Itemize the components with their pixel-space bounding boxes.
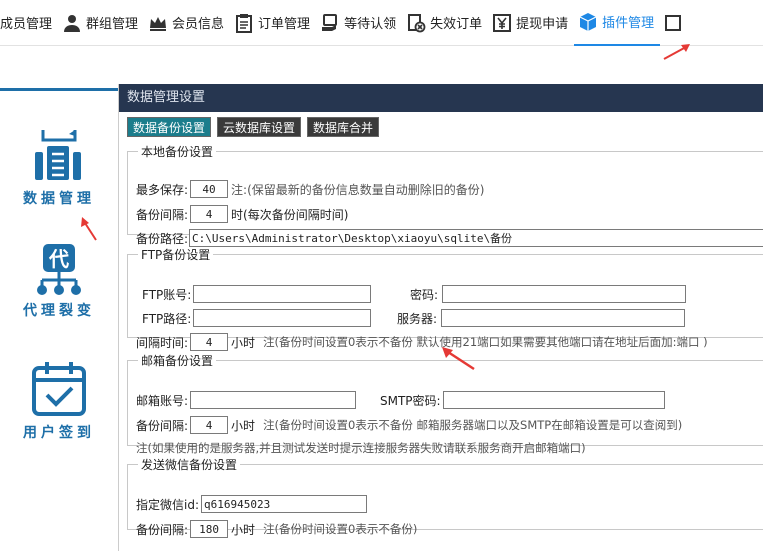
more-icon	[665, 14, 682, 31]
nav-label: 数据管理	[23, 191, 95, 207]
ftp-interval-note: 注(备份时间设置0表示不备份 默认使用21端口如果需要其他端口请在地址后面加:端…	[263, 335, 708, 349]
left-nav: 数据管理 代 代理裂变 用户签到	[0, 88, 118, 551]
local-backup-group: 本地备份设置 最多保存: 注:(保留最新的备份信息数量自动删除旧的备份) 备份间…	[127, 143, 763, 247]
menu-member-management[interactable]: 成员管理	[0, 0, 58, 46]
cube-icon	[579, 12, 597, 31]
ftp-server-input[interactable]	[441, 309, 686, 327]
nav-item-data-management[interactable]: 数据管理	[0, 126, 118, 208]
backup-interval-label: 备份间隔:	[136, 207, 189, 222]
nav-top-line	[0, 88, 118, 91]
yen-icon	[493, 13, 512, 32]
mail-account-label: 邮箱账号:	[136, 393, 189, 408]
crown-icon	[150, 16, 167, 31]
ftp-server-label: 服务器:	[397, 311, 438, 326]
svg-text:代: 代	[48, 247, 69, 271]
mail-interval-unit: 小时	[231, 418, 256, 433]
wechat-id-input[interactable]	[201, 495, 367, 513]
mail-interval-input[interactable]	[190, 416, 229, 434]
menu-label: 会员信息	[172, 17, 225, 32]
agent-split-icon: 代	[37, 244, 81, 295]
clipboard-icon	[236, 13, 253, 33]
max-keep-note: 注:(保留最新的备份信息数量自动删除旧的备份)	[231, 182, 485, 197]
backup-interval-input[interactable]	[190, 205, 229, 223]
backup-path-input[interactable]	[189, 229, 763, 247]
menu-member-info[interactable]: 会员信息	[144, 0, 230, 46]
menu-label: 失效订单	[430, 17, 483, 32]
menu-label: 插件管理	[602, 16, 655, 31]
backup-path-label: 备份路径:	[136, 231, 189, 246]
wechat-backup-legend: 发送微信备份设置	[141, 458, 238, 472]
red-arrow-icon	[442, 347, 475, 371]
calendar-check-icon	[32, 362, 86, 416]
wechat-interval-unit: 小时	[231, 522, 256, 537]
mail-account-input[interactable]	[190, 391, 357, 409]
local-backup-legend: 本地备份设置	[141, 145, 214, 159]
mail-interval-note: 注(备份时间设置0表示不备份 邮箱服务器端口以及SMTP在邮箱设置是可以查阅到)	[263, 418, 683, 432]
settings-panel: 数据管理设置 数据备份设置 云数据库设置 数据库合并 本地备份设置 最多保存: …	[118, 84, 763, 551]
top-menu-bar: 成员管理 群组管理 会员信息 订单管理 等待认领 失效订单 提现申请 插件管理	[0, 0, 763, 46]
wechat-backup-group: 发送微信备份设置 指定微信id: 备份间隔: 小时 注(备份时间设置0表示不备份…	[127, 456, 763, 538]
ftp-interval-input[interactable]	[190, 333, 229, 351]
data-management-icon	[35, 130, 81, 180]
mail-backup-legend: 邮箱备份设置	[141, 354, 214, 368]
nav-item-user-signin[interactable]: 用户签到	[0, 360, 118, 442]
red-arrow-icon	[81, 217, 97, 241]
nav-item-agent-split[interactable]: 代 代理裂变	[0, 242, 118, 320]
nav-label: 用户签到	[23, 425, 95, 441]
menu-label: 订单管理	[258, 17, 311, 32]
ftp-backup-legend: FTP备份设置	[141, 248, 211, 262]
ftp-path-input[interactable]	[193, 309, 372, 327]
menu-more[interactable]	[660, 0, 694, 46]
mail-server-note: 注(如果使用的是服务器,并且测试发送时提示连接服务器失败请联系服务商开启邮箱端口…	[136, 441, 586, 455]
ftp-account-label: FTP账号:	[142, 287, 192, 302]
invalid-order-icon	[408, 13, 426, 32]
menu-withdrawal[interactable]: 提现申请	[488, 0, 574, 46]
ftp-interval-label: 间隔时间:	[136, 335, 189, 350]
nav-label: 代理裂变	[23, 303, 95, 319]
ftp-password-input[interactable]	[442, 285, 687, 303]
user-icon	[64, 14, 81, 32]
ftp-account-input[interactable]	[193, 285, 372, 303]
menu-label: 成员管理	[0, 17, 53, 32]
smtp-password-label: SMTP密码:	[380, 393, 441, 408]
menu-invalid-orders[interactable]: 失效订单	[402, 0, 488, 46]
menu-label: 等待认领	[344, 17, 397, 32]
ftp-backup-group: FTP备份设置 FTP账号: 密码: FTP路径: 服务器: 间隔时间: 小时 …	[127, 246, 763, 351]
tab-bar: 数据备份设置 云数据库设置 数据库合并	[127, 117, 380, 137]
menu-label: 提现申请	[516, 17, 569, 32]
red-arrow-icon	[663, 44, 690, 60]
tab-data-backup[interactable]: 数据备份设置	[127, 117, 212, 137]
menu-group-management[interactable]: 群组管理	[58, 0, 144, 46]
wechat-interval-label: 备份间隔:	[136, 522, 189, 537]
tab-database-merge[interactable]: 数据库合并	[307, 117, 380, 137]
menu-label: 群组管理	[86, 17, 139, 32]
ftp-path-label: FTP路径:	[142, 311, 192, 326]
wechat-interval-note: 注(备份时间设置0表示不备份)	[263, 522, 418, 536]
menu-waiting-claim[interactable]: 等待认领	[316, 0, 402, 46]
mail-interval-label: 备份间隔:	[136, 418, 189, 433]
ftp-password-label: 密码:	[410, 287, 439, 302]
ftp-interval-unit: 小时	[231, 335, 256, 350]
wechat-interval-input[interactable]	[190, 520, 229, 538]
hand-icon	[322, 13, 338, 31]
smtp-password-input[interactable]	[442, 391, 665, 409]
max-keep-label: 最多保存:	[136, 182, 189, 197]
max-keep-input[interactable]	[190, 180, 229, 198]
panel-title: 数据管理设置	[119, 84, 763, 112]
wechat-id-label: 指定微信id:	[136, 497, 199, 512]
backup-interval-note: 时(每次备份间隔时间)	[231, 207, 349, 222]
tab-cloud-database[interactable]: 云数据库设置	[217, 117, 302, 137]
menu-plugin-management[interactable]: 插件管理	[574, 0, 661, 46]
menu-order-management[interactable]: 订单管理	[230, 0, 316, 46]
